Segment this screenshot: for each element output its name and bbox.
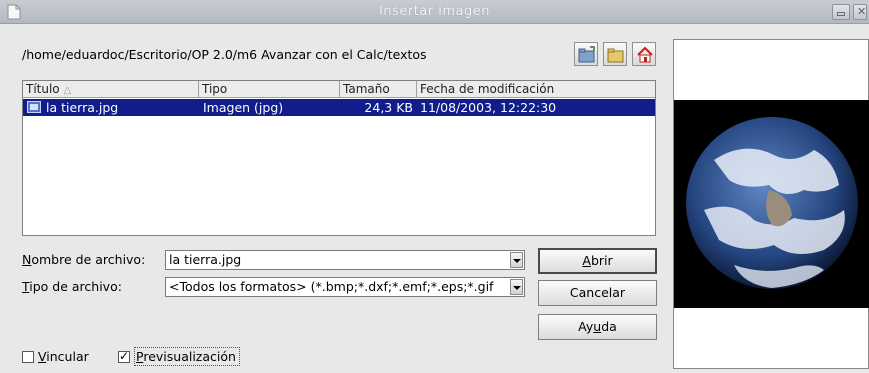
preview-label-rest: revisualización (143, 349, 236, 364)
file-date: 11/08/2003, 12:22:30 (420, 100, 557, 115)
file-list[interactable]: Título △ Tipo Tamaño Fecha de modificació… (22, 80, 656, 236)
table-row[interactable]: la tierra.jpg Imagen (jpg) 24,3 KB 11/08… (23, 99, 655, 116)
minimize-button[interactable] (832, 4, 850, 20)
filetype-value: <Todos los formatos> (*.bmp;*.dxf;*.emf;… (169, 279, 494, 294)
insert-image-dialog: Insertar imagen ✕ /home/eduardoc/Escrito… (0, 0, 869, 373)
home-button[interactable] (632, 42, 656, 66)
filename-value: la tierra.jpg (169, 252, 242, 267)
preview-image (674, 100, 869, 308)
preview-label[interactable]: Previsualización (136, 349, 236, 364)
close-icon: ✕ (857, 5, 867, 18)
column-header-type[interactable]: Tipo (199, 81, 340, 97)
column-header-title[interactable]: Título △ (23, 81, 199, 97)
column-header-date[interactable]: Fecha de modificación (417, 81, 655, 97)
open-button-rest: brir (590, 253, 613, 268)
column-header-size[interactable]: Tamaño (340, 81, 417, 97)
current-path: /home/eduardoc/Escritorio/OP 2.0/m6 Avan… (22, 47, 427, 62)
file-type: Imagen (jpg) (203, 100, 284, 115)
filename-combo[interactable]: la tierra.jpg (165, 250, 525, 270)
close-button[interactable]: ✕ (853, 4, 867, 20)
help-button[interactable]: Ayuda (538, 314, 657, 340)
up-folder-icon (607, 48, 624, 63)
filename-label: Nombre de archivo: (22, 252, 145, 267)
up-folder-button[interactable] (603, 42, 627, 66)
image-preview-pane (673, 39, 869, 369)
link-label[interactable]: Vincular (38, 349, 89, 364)
open-button-mnemonic: A (582, 253, 591, 268)
help-button-post: da (601, 319, 617, 334)
minimize-icon (837, 12, 845, 16)
filename-label-rest: ombre de archivo: (31, 252, 146, 267)
file-size: 24,3 KB (364, 100, 413, 115)
new-folder-button[interactable] (574, 42, 598, 66)
home-icon (637, 46, 653, 63)
filetype-label-rest: ipo de archivo: (29, 279, 122, 294)
link-checkbox[interactable] (22, 351, 34, 363)
preview-checkbox[interactable]: ✓ (118, 349, 130, 363)
chevron-down-icon[interactable] (510, 279, 523, 295)
filetype-combo[interactable]: <Todos los formatos> (*.bmp;*.dxf;*.emf;… (165, 277, 525, 297)
file-list-header: Título △ Tipo Tamaño Fecha de modificació… (23, 81, 655, 98)
new-folder-icon (578, 46, 595, 63)
window-title: Insertar imagen (379, 4, 490, 19)
image-file-icon (27, 101, 41, 113)
title-bar[interactable]: Insertar imagen ✕ (0, 0, 869, 24)
filetype-label: Tipo de archivo: (22, 279, 122, 294)
checkmark-icon: ✓ (119, 349, 130, 363)
cancel-button[interactable]: Cancelar (538, 280, 657, 306)
earth-image (686, 117, 858, 289)
filename-label-mnemonic: N (22, 252, 32, 267)
file-name: la tierra.jpg (46, 100, 119, 115)
chevron-down-icon[interactable] (510, 252, 523, 268)
help-button-pre: Ay (578, 319, 594, 334)
sort-ascending-icon: △ (63, 85, 72, 96)
open-button[interactable]: Abrir (538, 248, 657, 274)
link-label-rest: incular (46, 349, 89, 364)
